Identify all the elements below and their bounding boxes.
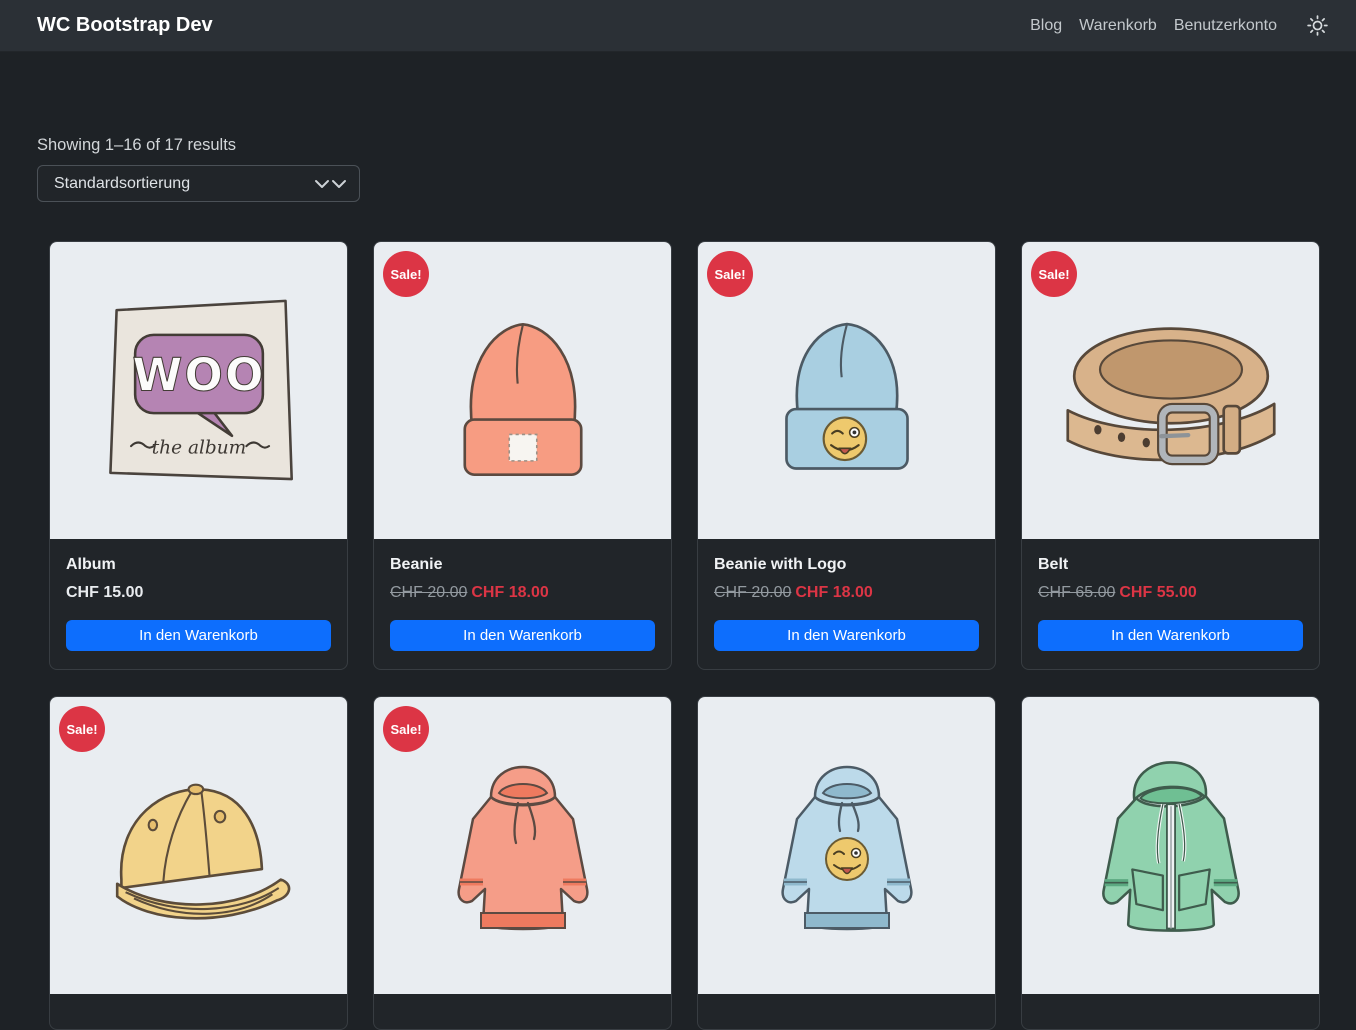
regular-price: CHF 20.00 — [390, 584, 467, 601]
product-price: CHF 20.00CHF 18.00 — [714, 584, 979, 602]
product-image-link[interactable]: Sale! — [374, 697, 671, 994]
nav-link-warenkorb[interactable]: Warenkorb — [1079, 17, 1157, 35]
nav-link-blog[interactable]: Blog — [1030, 17, 1062, 35]
sale-price: CHF 18.00 — [471, 584, 548, 601]
sale-badge: Sale! — [383, 706, 429, 752]
orderby-selected-value: Standardsortierung — [54, 175, 314, 193]
product-image-link[interactable]: Sale! — [50, 697, 347, 994]
orange-hoodie-illustration — [433, 740, 613, 952]
sale-badge: Sale! — [383, 251, 429, 297]
theme-toggle-button[interactable] — [1304, 12, 1331, 39]
product-image-link[interactable] — [698, 697, 995, 994]
add-to-cart-button[interactable]: In den Warenkorb — [1038, 620, 1303, 651]
shop-page: Showing 1–16 of 17 results Standardsorti… — [0, 136, 1356, 1030]
product-card-body — [1022, 994, 1319, 1029]
leather-belt-illustration — [1057, 307, 1285, 475]
add-to-cart-button[interactable]: In den Warenkorb — [66, 620, 331, 651]
green-zip-hoodie-illustration — [1078, 739, 1264, 953]
product-card-body — [698, 994, 995, 1029]
product-card-body: Belt CHF 65.00CHF 55.00 In den Warenkorb — [1022, 539, 1319, 669]
product-title[interactable]: Album — [66, 556, 331, 574]
brand-link[interactable]: WC Bootstrap Dev — [37, 14, 213, 37]
product-image-link[interactable]: WOO the album — [50, 242, 347, 539]
chevron-down-icon — [314, 177, 348, 191]
product-price: CHF 15.00 — [66, 584, 331, 602]
product-card-hoodie-with-logo — [697, 696, 996, 1030]
blue-hoodie-with-logo-illustration — [757, 740, 937, 952]
woo-album-cover-illustration: WOO the album — [96, 285, 302, 497]
svg-text:the album: the album — [151, 437, 246, 458]
product-image-link[interactable]: Sale! — [1022, 242, 1319, 539]
product-price: CHF 20.00CHF 18.00 — [390, 584, 655, 602]
product-card-cap: Sale! — [49, 696, 348, 1030]
product-title[interactable]: Beanie — [390, 556, 655, 574]
product-card-body: Beanie with Logo CHF 20.00CHF 18.00 In d… — [698, 539, 995, 669]
blue-beanie-with-logo-illustration — [772, 305, 922, 477]
product-image-link[interactable] — [1022, 697, 1319, 994]
orange-beanie-illustration — [448, 301, 598, 481]
product-card-body: Beanie CHF 20.00CHF 18.00 In den Warenko… — [374, 539, 671, 669]
product-card-beanie: Sale! Beanie CHF 20.00CHF 18.00 In den W… — [373, 241, 672, 670]
sun-icon — [1306, 14, 1329, 37]
orderby-select[interactable]: Standardsortierung — [37, 165, 360, 202]
navbar: WC Bootstrap Dev Blog Warenkorb Benutzer… — [0, 0, 1356, 52]
nav-links: Blog Warenkorb Benutzerkonto — [1030, 17, 1277, 35]
add-to-cart-button[interactable]: In den Warenkorb — [390, 620, 655, 651]
nav-link-benutzerkonto[interactable]: Benutzerkonto — [1174, 17, 1277, 35]
result-count: Showing 1–16 of 17 results — [37, 136, 1320, 155]
product-card-beanie-with-logo: Sale! Beanie with Logo — [697, 241, 996, 670]
yellow-cap-illustration — [94, 760, 304, 932]
product-card-belt: Sale! Belt CHF 65.00CHF 55.00 In d — [1021, 241, 1320, 670]
regular-price: CHF 20.00 — [714, 584, 791, 601]
regular-price: CHF 65.00 — [1038, 584, 1115, 601]
product-image-link[interactable]: Sale! — [698, 242, 995, 539]
add-to-cart-button[interactable]: In den Warenkorb — [714, 620, 979, 651]
svg-text:WOO: WOO — [132, 348, 265, 401]
winking-emoji-logo — [826, 838, 868, 880]
sale-badge: Sale! — [59, 706, 105, 752]
product-card-hoodie: Sale! — [373, 696, 672, 1030]
product-card-body: Album CHF 15.00 In den Warenkorb — [50, 539, 347, 669]
product-card-green-hoodie — [1021, 696, 1320, 1030]
product-price: CHF 65.00CHF 55.00 — [1038, 584, 1303, 602]
product-card-body — [374, 994, 671, 1029]
product-title[interactable]: Belt — [1038, 556, 1303, 574]
sale-price: CHF 55.00 — [1119, 584, 1196, 601]
product-card-album: WOO the album Album CHF 15.00 In den War… — [49, 241, 348, 670]
sale-badge: Sale! — [1031, 251, 1077, 297]
product-grid: WOO the album Album CHF 15.00 In den War… — [49, 241, 1308, 1030]
product-image-link[interactable]: Sale! — [374, 242, 671, 539]
winking-emoji-logo — [823, 417, 865, 459]
product-title[interactable]: Beanie with Logo — [714, 556, 979, 574]
sale-price: CHF 18.00 — [795, 584, 872, 601]
product-card-body — [50, 994, 347, 1029]
sale-badge: Sale! — [707, 251, 753, 297]
